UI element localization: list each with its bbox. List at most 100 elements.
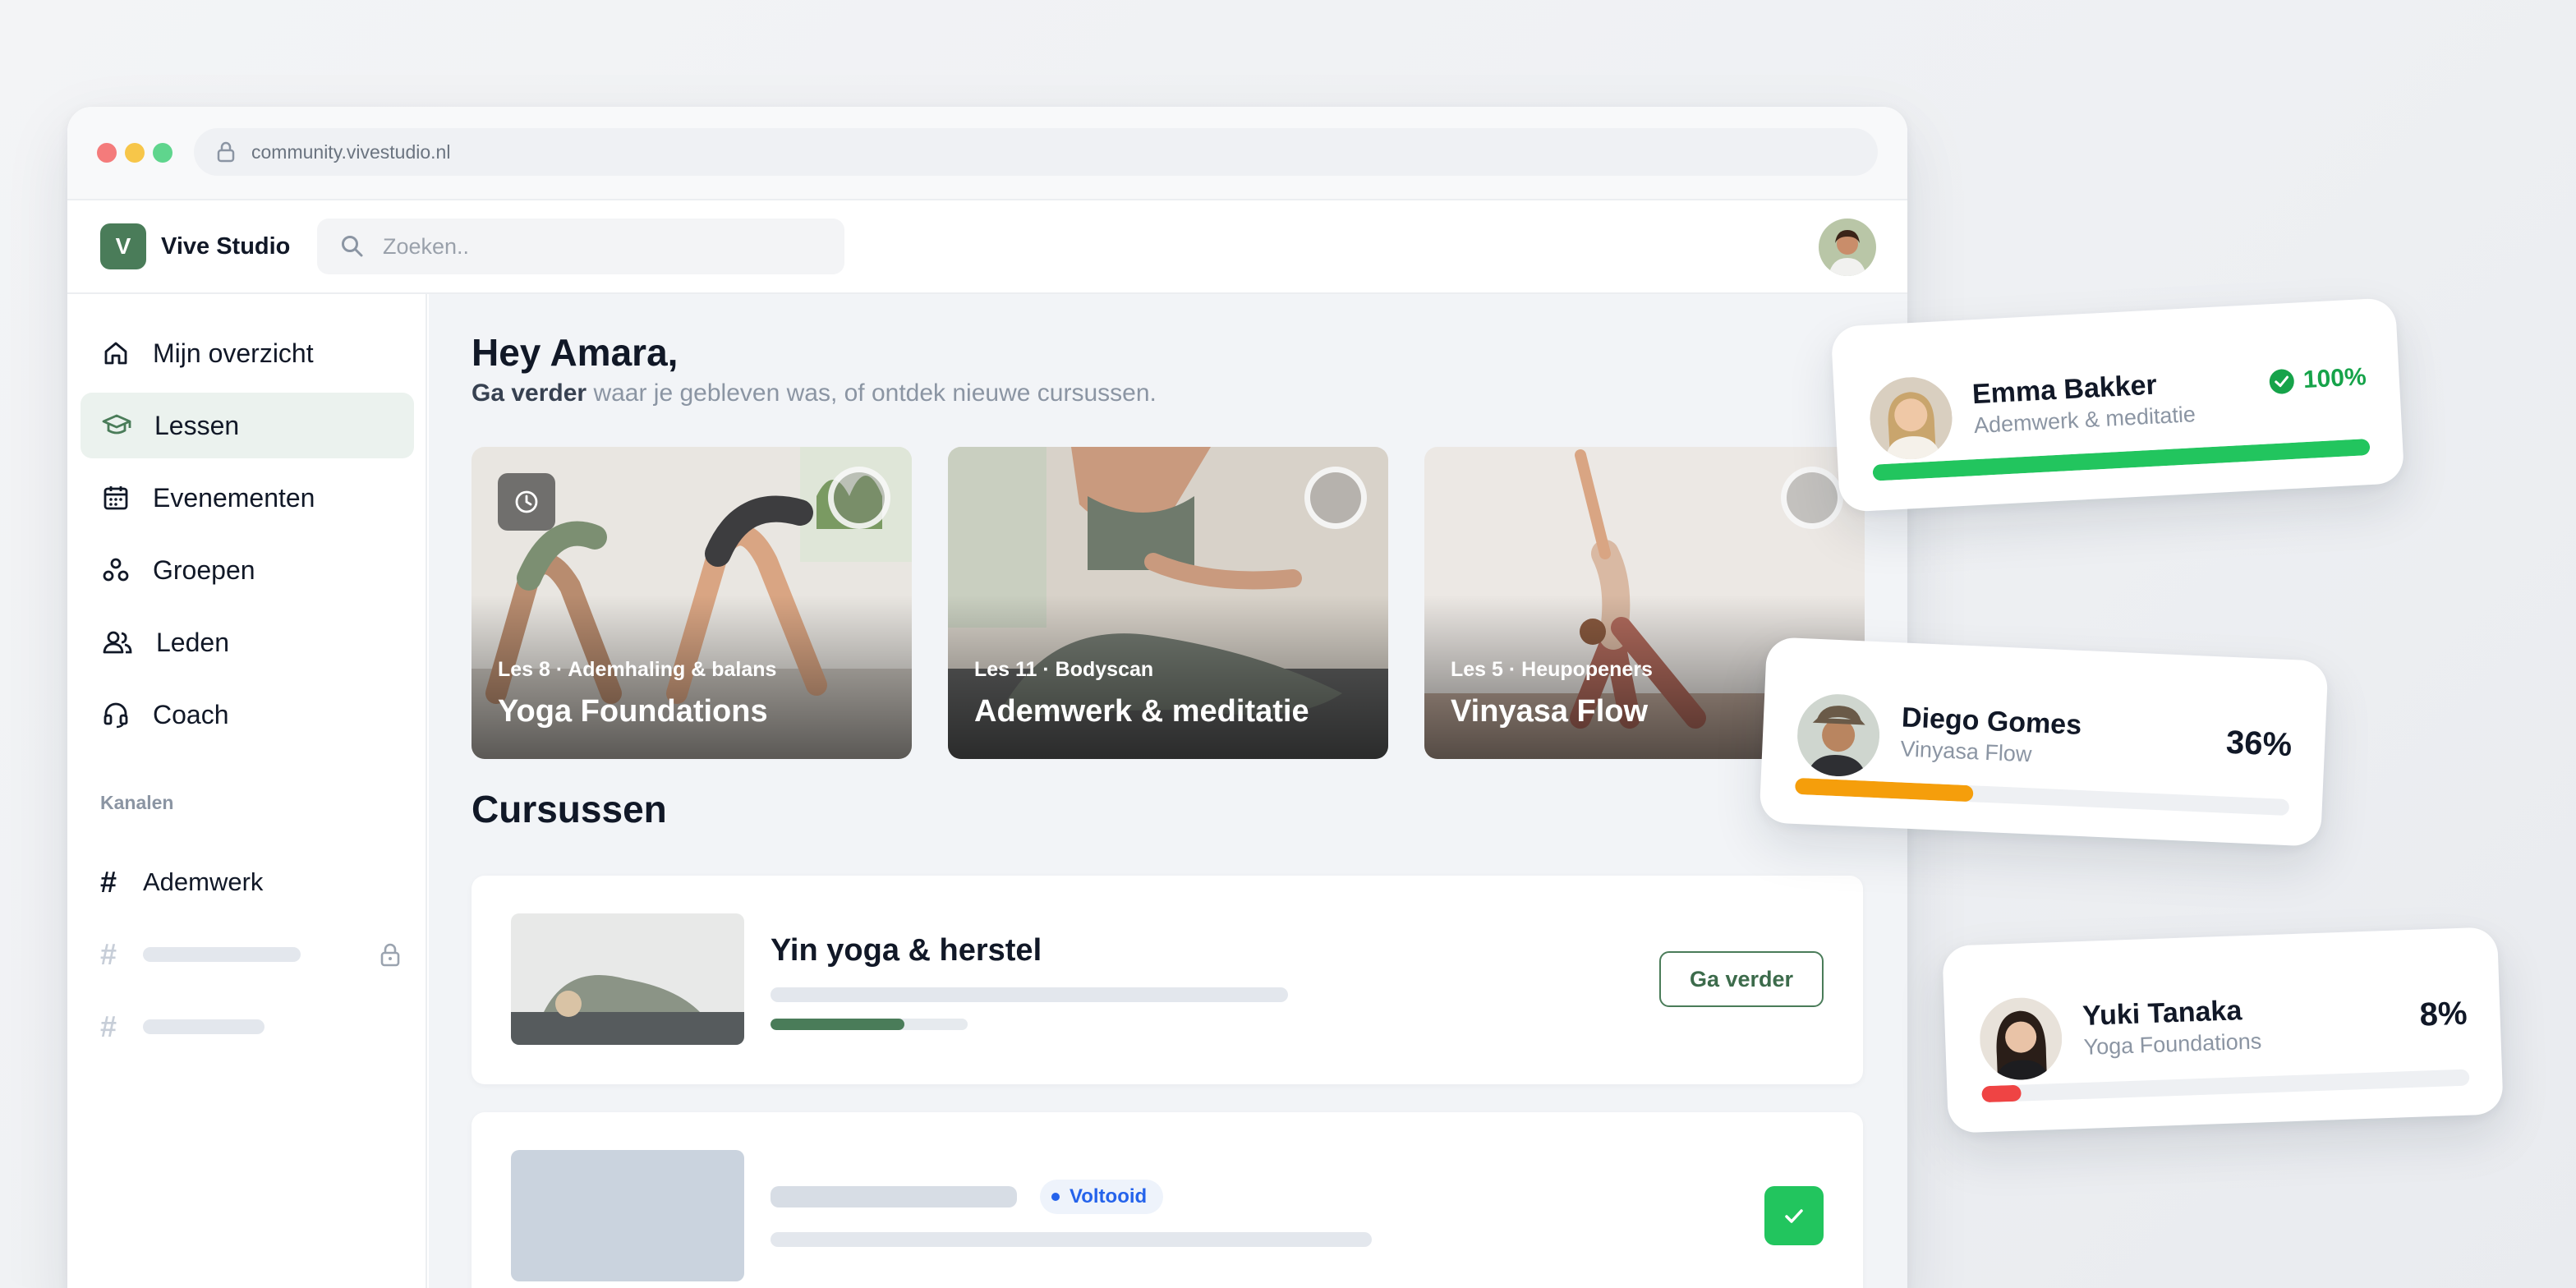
sidebar: Mijn overzicht Lessen Evenementen Groepe…	[67, 294, 427, 1288]
sidebar-item-leden[interactable]: Leden	[80, 610, 414, 675]
lock-icon	[217, 141, 235, 163]
lesson-card-yoga-foundations[interactable]: Les 8 · Ademhaling & balans Yoga Foundat…	[472, 447, 912, 759]
search-icon	[342, 236, 363, 257]
continue-button[interactable]: Ga verder	[1659, 951, 1824, 1007]
sidebar-item-label: Lessen	[154, 410, 240, 440]
completion-percent: 8%	[2418, 995, 2468, 1033]
progress-fill	[1872, 439, 2371, 481]
main-content: Hey Amara, Ga verder waar je gebleven wa…	[429, 294, 1907, 1288]
members-icon	[103, 631, 132, 654]
course-title: Yin yoga & herstel	[770, 933, 1042, 968]
sidebar-item-label: Evenementen	[153, 482, 315, 513]
lock-icon	[380, 943, 400, 967]
progress-track	[1794, 777, 2290, 816]
course-progress-fill	[770, 1019, 905, 1030]
avatar	[1867, 375, 1955, 462]
headset-icon	[104, 702, 128, 729]
greeting-subtitle: Ga verder waar je gebleven was, of ontde…	[472, 380, 1157, 407]
progress-track	[1872, 439, 2371, 481]
member-course: Yoga Foundations	[2083, 1028, 2262, 1060]
lesson-title: Vinyasa Flow	[1451, 694, 1649, 729]
lesson-meta: Les 8 · Ademhaling & balans	[498, 658, 777, 681]
lesson-card-ademwerk[interactable]: Les 11 · Bodyscan Ademwerk & meditatie	[948, 447, 1388, 759]
sidebar-item-coach[interactable]: Coach	[80, 682, 414, 748]
progress-card-diego: Diego Gomes Vinyasa Flow 36%	[1759, 637, 2329, 847]
sidebar-item-label: Coach	[153, 699, 229, 729]
course-title-placeholder	[770, 1186, 1017, 1208]
channel-label-placeholder	[143, 947, 301, 962]
channel-locked[interactable]: #	[100, 930, 412, 979]
progress-fill	[1981, 1084, 2022, 1103]
sidebar-item-label: Groepen	[153, 554, 255, 585]
lesson-title: Ademwerk & meditatie	[974, 694, 1309, 729]
address-bar[interactable]: community.vivestudio.nl	[194, 128, 1878, 176]
check-circle-icon	[2270, 369, 2295, 394]
groups-icon	[103, 558, 129, 582]
user-avatar[interactable]	[1819, 218, 1876, 276]
progress-fill	[1794, 777, 1974, 803]
badge-label: Voltooid	[1070, 1185, 1148, 1208]
url-text: community.vivestudio.nl	[251, 140, 451, 163]
course-progress-bar	[770, 1019, 968, 1030]
clock-icon	[498, 473, 555, 531]
browser-window: community.vivestudio.nl V Vive Studio Zo…	[67, 107, 1907, 1288]
sidebar-item-label: Mijn overzicht	[153, 338, 314, 368]
course-description-placeholder	[770, 987, 1288, 1002]
sidebar-item-evenementen[interactable]: Evenementen	[80, 465, 414, 531]
course-description-placeholder	[770, 1232, 1372, 1247]
subtitle-rest: waar je gebleven was, of ontdek nieuwe c…	[593, 380, 1157, 407]
courses-heading: Cursussen	[472, 788, 667, 830]
hash-icon: #	[100, 865, 117, 899]
minimize-window-button[interactable]	[125, 143, 145, 163]
completion-percent: 100%	[2268, 363, 2367, 396]
channel-label: Ademwerk	[143, 867, 264, 896]
lesson-title: Yoga Foundations	[498, 694, 768, 729]
hash-icon: #	[100, 937, 117, 971]
course-row[interactable]: Yin yoga & herstel Ga verder	[472, 876, 1863, 1084]
sidebar-item-lessen[interactable]: Lessen	[80, 393, 414, 458]
canvas: community.vivestudio.nl V Vive Studio Zo…	[0, 0, 2576, 1288]
completion-percent: 36%	[2225, 724, 2293, 764]
search-input[interactable]: Zoeken..	[317, 218, 844, 274]
subtitle-bold: Ga verder	[472, 380, 587, 407]
member-course: Vinyasa Flow	[1899, 736, 2033, 767]
course-row[interactable]: Voltooid	[472, 1112, 1863, 1288]
maximize-window-button[interactable]	[153, 143, 172, 163]
progress-card-yuki: Yuki Tanaka Yoga Foundations 8%	[1942, 927, 2504, 1134]
calendar-icon	[104, 486, 128, 510]
home-icon	[104, 342, 127, 365]
brand-logo[interactable]: V	[100, 223, 146, 269]
sidebar-item-label: Leden	[156, 627, 229, 657]
sidebar-item-groepen[interactable]: Groepen	[80, 537, 414, 603]
progress-ring-icon	[1781, 467, 1843, 529]
brand-name[interactable]: Vive Studio	[161, 233, 290, 260]
hash-icon: #	[100, 1010, 117, 1043]
avatar	[1978, 996, 2063, 1082]
browser-chrome: community.vivestudio.nl	[67, 107, 1907, 200]
sidebar-item-overzicht[interactable]: Mijn overzicht	[80, 320, 414, 386]
lesson-meta: Les 11 · Bodyscan	[974, 658, 1154, 681]
progress-card-emma: Emma Bakker Ademwerk & meditatie 100%	[1830, 297, 2405, 513]
completed-check-icon[interactable]	[1764, 1186, 1824, 1245]
progress-ring-icon	[828, 467, 890, 529]
status-badge: Voltooid	[1040, 1180, 1164, 1214]
graduation-cap-icon	[102, 414, 131, 435]
member-name: Diego Gomes	[1901, 702, 2082, 741]
channels-section-title: Kanalen	[100, 792, 174, 813]
member-name: Yuki Tanaka	[2082, 995, 2242, 1032]
greeting: Hey Amara,	[472, 331, 678, 374]
percent-label: 100%	[2302, 363, 2367, 394]
channel-label-placeholder	[143, 1019, 264, 1034]
course-thumbnail	[511, 913, 744, 1045]
progress-track	[1981, 1069, 2470, 1103]
badge-dot	[1051, 1193, 1060, 1201]
close-window-button[interactable]	[97, 143, 117, 163]
channel-placeholder[interactable]: #	[100, 1002, 412, 1051]
progress-ring-icon	[1304, 467, 1367, 529]
lesson-meta: Les 5 · Heupopeners	[1451, 658, 1653, 681]
app-header: V Vive Studio Zoeken..	[67, 200, 1907, 294]
search-placeholder: Zoeken..	[383, 233, 470, 259]
avatar	[1795, 692, 1882, 779]
course-thumbnail-placeholder	[511, 1150, 744, 1281]
channel-ademwerk[interactable]: # Ademwerk	[100, 858, 412, 907]
